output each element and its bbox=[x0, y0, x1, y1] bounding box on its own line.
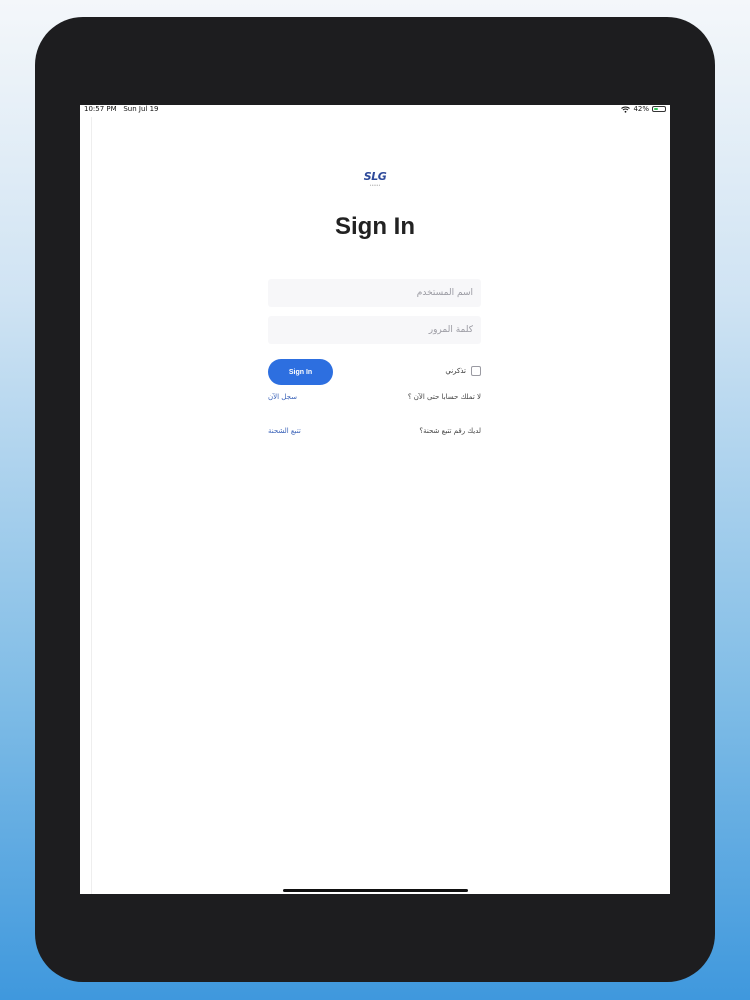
battery-fill bbox=[654, 108, 658, 110]
remember-label: تذكرني bbox=[445, 367, 466, 375]
battery-percentage: 42% bbox=[633, 105, 649, 113]
remember-me[interactable]: تذكرني bbox=[445, 366, 481, 376]
register-link[interactable]: سجل الآن bbox=[268, 393, 297, 401]
status-time: 10:57 PM Sun Jul 19 bbox=[84, 105, 158, 113]
sign-in-button[interactable]: Sign In bbox=[268, 359, 333, 385]
password-input[interactable] bbox=[268, 316, 481, 344]
status-date: Sun Jul 19 bbox=[123, 105, 159, 113]
logo-tagline-mark: •••••• bbox=[369, 183, 381, 187]
no-account-text: لا تملك حسابا حتى الآن ؟ bbox=[407, 393, 481, 401]
page-title: Sign In bbox=[335, 213, 415, 240]
track-shipment-link[interactable]: تتبع الشحنة bbox=[268, 427, 301, 435]
have-tracking-text: لديك رقم تتبع شحنة؟ bbox=[419, 427, 481, 435]
username-input[interactable] bbox=[268, 279, 481, 307]
wifi-icon bbox=[621, 106, 631, 113]
status-indicators: 42% bbox=[621, 105, 666, 113]
app-screen: 10:57 PM Sun Jul 19 42% SLG •••••• Sign … bbox=[80, 105, 670, 894]
remember-checkbox[interactable] bbox=[471, 366, 481, 376]
logo-text: SLG bbox=[363, 170, 387, 183]
battery-icon bbox=[652, 106, 666, 112]
company-logo: SLG •••••• bbox=[363, 171, 387, 191]
status-clock: 10:57 PM bbox=[84, 105, 117, 113]
home-indicator[interactable] bbox=[283, 889, 468, 892]
status-bar: 10:57 PM Sun Jul 19 42% bbox=[80, 105, 670, 115]
